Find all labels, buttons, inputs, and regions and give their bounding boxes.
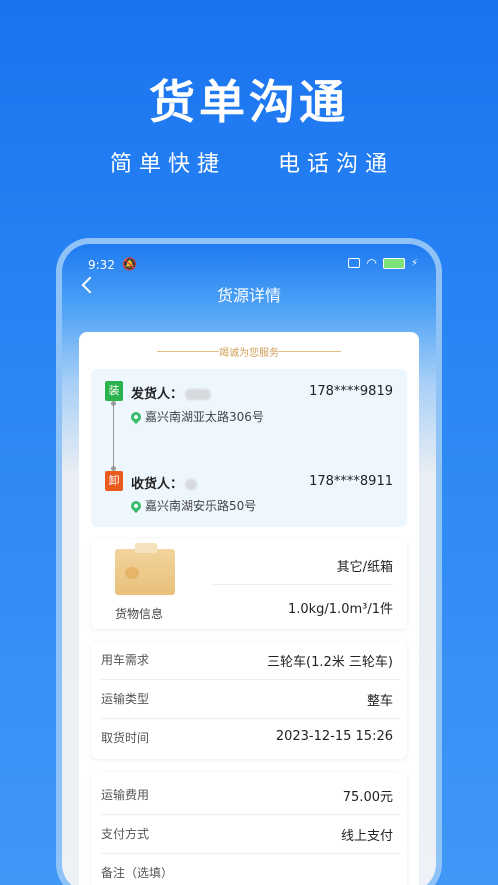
notification-icon [348,258,361,268]
receiver-label: 收货人： [131,477,184,492]
route-connector [111,401,116,471]
vehicle-details-section: 用车需求 三轮车(1.2米 三轮车) 运输类型 整车 取货时间 2023-12-… [91,641,407,759]
goods-divider [213,584,393,585]
mute-icon: 🔕 [122,257,137,271]
receiver-name: 收货人： [131,473,198,492]
location-pin-icon [128,409,144,424]
detail-label: 取货时间 [101,731,150,745]
payment-value: 线上支付 [340,829,393,844]
phone-screen: 9:32 🔕 ◠ ⚡ 货源详情 竭诚为您服务 装 卸 发货人： 178****9… [62,244,436,885]
location-pin-icon [128,498,144,513]
remark-label: 备注（选填） [101,866,174,880]
payment-row-fee: 运输费用 75.00元 [91,776,407,815]
sender-address: 嘉兴南湖亚太路306号 [128,408,264,425]
sender-phone[interactable]: 178****9819 [309,384,393,399]
detail-label: 用车需求 [101,653,150,667]
status-icons: ◠ ⚡ [348,256,418,270]
payment-label: 支付方式 [101,827,150,841]
detail-value: 整车 [366,694,393,709]
payment-row-method: 支付方式 线上支付 [91,815,407,854]
hero-subtitle-right: 电话沟通 [278,152,395,177]
sender-address-text: 嘉兴南湖亚太路306号 [145,410,264,424]
charging-icon: ⚡ [410,257,418,269]
receiver-address: 嘉兴南湖安乐路50号 [128,497,257,514]
route-panel: 装 卸 发货人： 178****9819 嘉兴南湖亚太路306号 收货人： 17… [91,369,407,527]
battery-icon [382,257,405,269]
receiver-phone[interactable]: 178****8911 [309,474,393,489]
cardboard-box-icon [115,543,175,595]
detail-row-pickup-time: 取货时间 2023-12-15 15:26 [91,719,407,758]
nav-bar: 货源详情 [62,274,436,308]
status-time: 9:32 [88,258,115,272]
slogan-divider-right [279,351,341,352]
sender-name-redacted [185,389,212,400]
goods-type: 其它/纸箱 [336,560,393,575]
hero-subtitle-left: 简单快捷 [110,152,227,177]
payment-label: 运输费用 [101,788,150,802]
detail-label: 运输类型 [101,692,150,706]
wifi-icon: ◠ [366,256,377,270]
detail-value: 2023-12-15 15:26 [275,729,393,744]
detail-row-transport-type: 运输类型 整车 [91,680,407,719]
receiver-name-redacted [185,479,198,490]
payment-value: 75.00元 [342,790,393,805]
load-tag: 装 [105,381,123,401]
sender-name: 发货人： [131,383,212,402]
detail-value: 三轮车(1.2米 三轮车) [267,655,393,670]
phone-frame: 9:32 🔕 ◠ ⚡ 货源详情 竭诚为您服务 装 卸 发货人： 178****9… [56,238,442,885]
payment-section: 运输费用 75.00元 支付方式 线上支付 备注（选填） [91,772,407,885]
order-detail-card: 竭诚为您服务 装 卸 发货人： 178****9819 嘉兴南湖亚太路306号 … [79,332,419,885]
unload-tag: 卸 [105,471,123,491]
sender-label: 发货人： [131,387,184,402]
status-bar: 9:32 🔕 ◠ ⚡ [62,244,436,274]
goods-spec: 1.0kg/1.0m³/1件 [287,602,393,617]
goods-info-panel: 货物信息 其它/纸箱 1.0kg/1.0m³/1件 [91,539,407,629]
goods-info-label: 货物信息 [115,607,164,621]
page-title: 货源详情 [216,286,281,305]
receiver-address-text: 嘉兴南湖安乐路50号 [145,499,257,513]
service-slogan: 竭诚为您服务 [219,348,279,359]
payment-row-remark[interactable]: 备注（选填） [91,854,407,885]
hero-title: 货单沟通 [149,75,349,129]
detail-row-vehicle: 用车需求 三轮车(1.2米 三轮车) [91,641,407,680]
